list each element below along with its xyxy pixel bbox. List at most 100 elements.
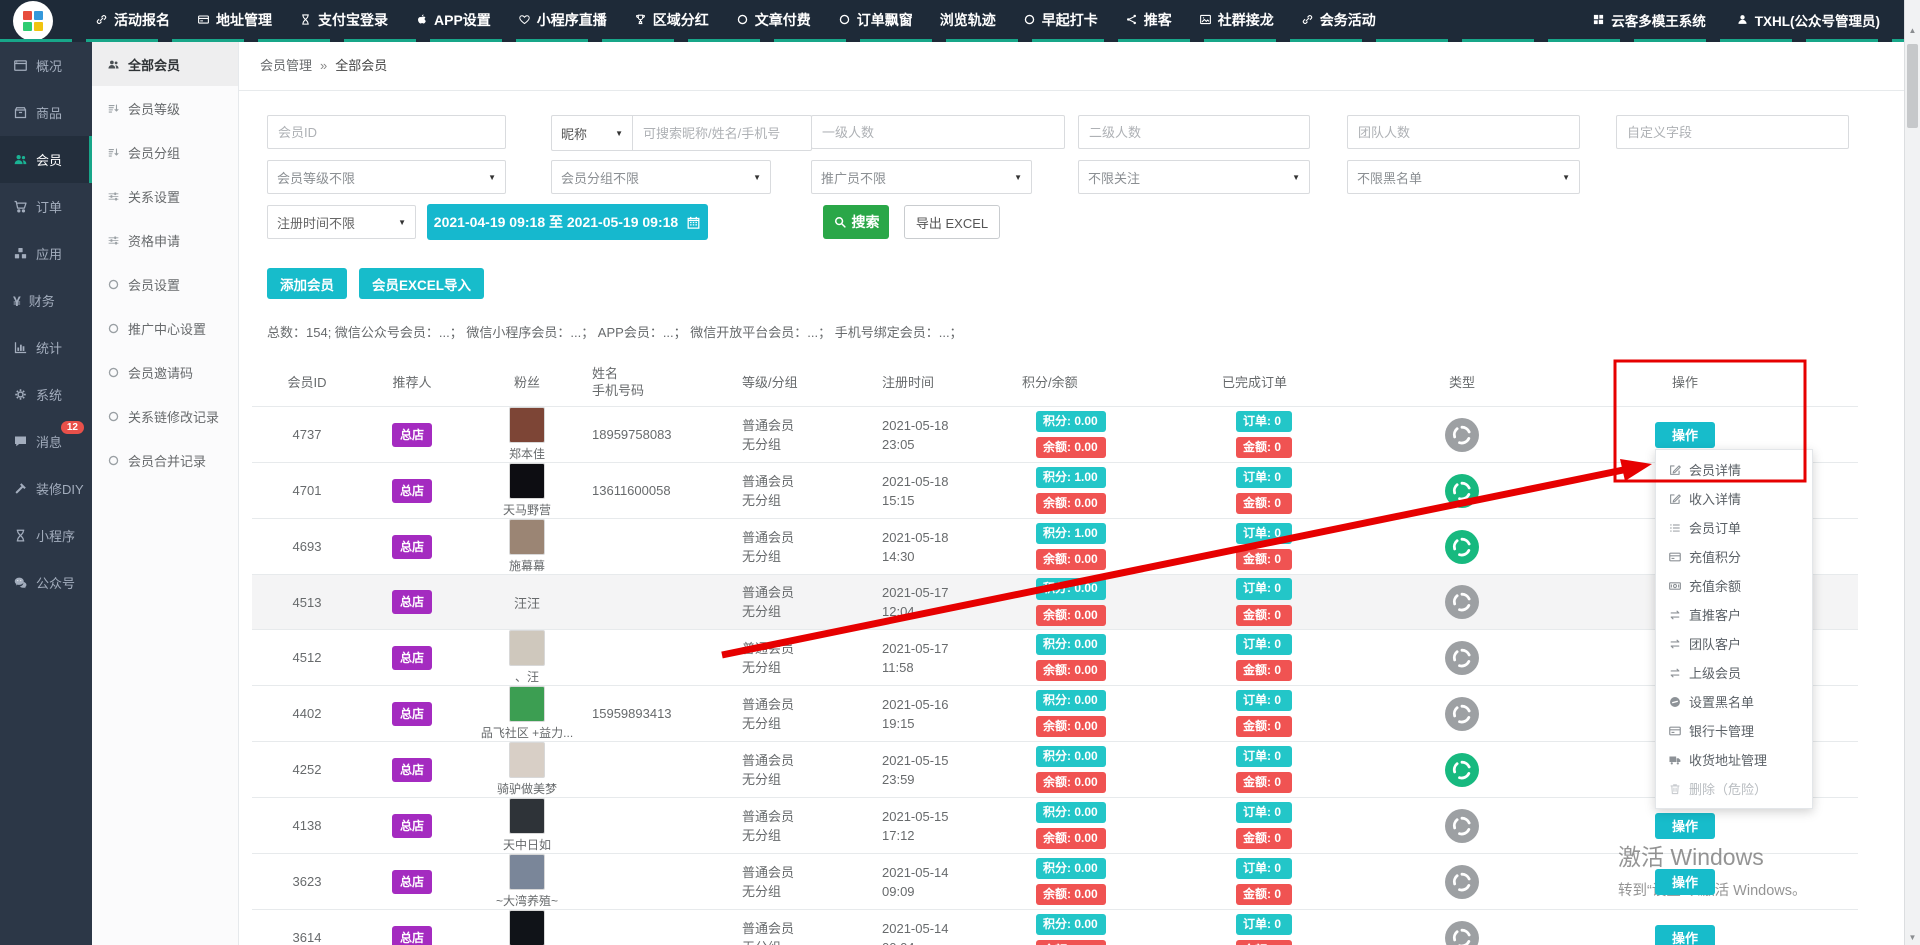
row-action-button[interactable]: 操作 <box>1655 869 1715 895</box>
referrer-badge[interactable]: 总店 <box>392 479 432 503</box>
sidebar-item-stats[interactable]: 统计 <box>0 324 92 371</box>
avatar[interactable] <box>509 910 545 945</box>
topnav-item-address-manage[interactable]: 地址管理 <box>197 10 272 30</box>
blacklist-select[interactable]: 不限黑名单▼ <box>1347 160 1580 194</box>
referrer-badge[interactable]: 总店 <box>392 535 432 559</box>
avatar[interactable] <box>509 463 545 499</box>
brand-logo[interactable] <box>13 1 53 41</box>
scrollbar-thumb[interactable] <box>1907 44 1918 128</box>
action-menu-item-member-detail[interactable]: 会员详情 <box>1656 455 1812 484</box>
sidebar-item-apps[interactable]: 应用 <box>0 230 92 277</box>
submenu-item-promotion-center[interactable]: 推广中心设置 <box>92 306 238 350</box>
row-action-button[interactable]: 操作 <box>1655 813 1715 839</box>
breadcrumb-section[interactable]: 会员管理 <box>260 58 312 73</box>
sidebar-item-goods[interactable]: 商品 <box>0 89 92 136</box>
referrer-badge[interactable]: 总店 <box>392 814 432 838</box>
sidebar-item-official-account[interactable]: 公众号 <box>0 559 92 606</box>
promoter-select[interactable]: 推广员不限▼ <box>811 160 1032 194</box>
register-time-select[interactable]: 注册时间不限▼ <box>267 205 416 239</box>
member-level-select[interactable]: 会员等级不限▼ <box>267 160 506 194</box>
topnav-item-community-chain[interactable]: 社群接龙 <box>1199 10 1274 30</box>
action-menu-item-delete-danger[interactable]: 删除（危险） <box>1656 774 1812 803</box>
sidebar-item-orders[interactable]: 订单 <box>0 183 92 230</box>
avatar[interactable] <box>509 854 545 890</box>
sidebar-item-miniprogram[interactable]: 小程序 <box>0 512 92 559</box>
submenu-item-member-settings[interactable]: 会员设置 <box>92 262 238 306</box>
unread-count-badge: 12 <box>61 421 84 434</box>
topnav-item-order-popup[interactable]: 订单飘窗 <box>838 10 913 30</box>
member-id-input[interactable] <box>267 115 506 149</box>
topnav-item-huiwu-activity[interactable]: 会务活动 <box>1301 10 1376 30</box>
topnav-item-miniprogram-live[interactable]: 小程序直播 <box>518 10 607 30</box>
follow-select[interactable]: 不限关注▼ <box>1078 160 1310 194</box>
referrer-badge[interactable]: 总店 <box>392 870 432 894</box>
member-group-select[interactable]: 会员分组不限▼ <box>551 160 771 194</box>
action-menu-item-shipping-address[interactable]: 收货地址管理 <box>1656 745 1812 774</box>
referrer-badge[interactable]: 总店 <box>392 702 432 726</box>
search-button[interactable]: 搜索 <box>823 205 889 239</box>
referrer-badge[interactable]: 总店 <box>392 423 432 447</box>
avatar[interactable] <box>509 630 545 666</box>
table-header-row: 会员ID推荐人粉丝姓名 手机号码等级/分组注册时间积分/余额已完成订单类型操作 <box>252 358 1858 407</box>
row-action-button[interactable]: 操作 <box>1655 925 1715 945</box>
submenu-item-qualification-apply[interactable]: 资格申请 <box>92 218 238 262</box>
custom-field-input[interactable] <box>1616 115 1849 149</box>
import-excel-button[interactable]: 会员EXCEL导入 <box>359 268 484 299</box>
referrer-badge[interactable]: 总店 <box>392 758 432 782</box>
topnav-item-browse-track[interactable]: 浏览轨迹 <box>940 10 996 30</box>
topnav-item-early-checkin[interactable]: 早起打卡 <box>1023 10 1098 30</box>
date-range-button[interactable]: 2021-04-19 09:18 至 2021-05-19 09:18 <box>427 204 708 240</box>
avatar[interactable] <box>509 742 545 778</box>
submenu-item-invite-code[interactable]: 会员邀请码 <box>92 350 238 394</box>
sidebar-item-messages[interactable]: 消息12 <box>0 418 92 465</box>
avatar[interactable] <box>509 519 545 555</box>
submenu-item-member-groups[interactable]: 会员分组 <box>92 130 238 174</box>
action-menu-item-bank-cards[interactable]: 银行卡管理 <box>1656 716 1812 745</box>
nickname-search-input[interactable] <box>632 115 812 151</box>
sidebar-item-finance[interactable]: ¥财务 <box>0 277 92 324</box>
topnav-system-switcher[interactable]: 云客多模王系统 <box>1592 10 1706 30</box>
action-menu-item-recharge-balance[interactable]: 充值余额 <box>1656 571 1812 600</box>
action-menu-item-set-blacklist[interactable]: 设置黑名单 <box>1656 687 1812 716</box>
referrer-badge[interactable]: 总店 <box>392 590 432 614</box>
scrollbar-up-arrow[interactable]: ▲ <box>1905 26 1920 35</box>
sidebar-item-system[interactable]: 系统 <box>0 371 92 418</box>
team-count-input[interactable] <box>1347 115 1580 149</box>
topnav-item-alipay-login[interactable]: 支付宝登录 <box>299 10 388 30</box>
action-menu-item-team-customers[interactable]: 团队客户 <box>1656 629 1812 658</box>
submenu-item-member-merge-log[interactable]: 会员合并记录 <box>92 438 238 482</box>
referrer-badge[interactable]: 总店 <box>392 926 432 945</box>
action-menu-item-member-orders[interactable]: 会员订单 <box>1656 513 1812 542</box>
avatar[interactable] <box>509 686 545 722</box>
page-scrollbar[interactable]: ▲ ▼ <box>1904 0 1920 945</box>
topnav-item-article-pay[interactable]: 文章付费 <box>736 10 811 30</box>
topnav-item-app-settings[interactable]: APP设置 <box>415 10 491 30</box>
topnav-item-region-dividend[interactable]: 区域分红 <box>634 10 709 30</box>
action-menu-item-upline-member[interactable]: 上级会员 <box>1656 658 1812 687</box>
topnav-item-tuike[interactable]: 推客 <box>1125 10 1172 30</box>
submenu-item-relation-change-log[interactable]: 关系链修改记录 <box>92 394 238 438</box>
export-excel-button[interactable]: 导出 EXCEL <box>904 205 1000 239</box>
avatar[interactable] <box>509 407 545 443</box>
orders-amount-badges: 订单: 0金额: 0 <box>1222 914 1412 945</box>
level2-count-input[interactable] <box>1078 115 1310 149</box>
nickname-type-select[interactable]: 昵称▼ <box>551 115 632 151</box>
avatar[interactable] <box>509 798 545 834</box>
submenu-item-relation-settings[interactable]: 关系设置 <box>92 174 238 218</box>
submenu-item-all-members[interactable]: 全部会员 <box>92 42 238 86</box>
sidebar-item-members[interactable]: 会员 <box>0 136 92 183</box>
level1-count-input[interactable] <box>811 115 1065 149</box>
scrollbar-down-arrow[interactable]: ▼ <box>1905 933 1920 942</box>
action-menu-item-direct-customers[interactable]: 直推客户 <box>1656 600 1812 629</box>
action-menu-item-recharge-points[interactable]: 充值积分 <box>1656 542 1812 571</box>
topnav-item-activity-signup[interactable]: 活动报名 <box>95 10 170 30</box>
row-action-button[interactable]: 操作 <box>1655 422 1715 448</box>
sidebar-item-overview[interactable]: 概况 <box>0 42 92 89</box>
referrer-badge[interactable]: 总店 <box>392 646 432 670</box>
sidebar-item-decorate-diy[interactable]: 装修DIY <box>0 465 92 512</box>
action-menu-item-income-detail[interactable]: 收入详情 <box>1656 484 1812 513</box>
add-member-button[interactable]: 添加会员 <box>267 268 347 299</box>
cell-phone <box>592 519 742 575</box>
topnav-current-user[interactable]: TXHL(公众号管理员) <box>1736 10 1880 30</box>
submenu-item-member-levels[interactable]: 会员等级 <box>92 86 238 130</box>
